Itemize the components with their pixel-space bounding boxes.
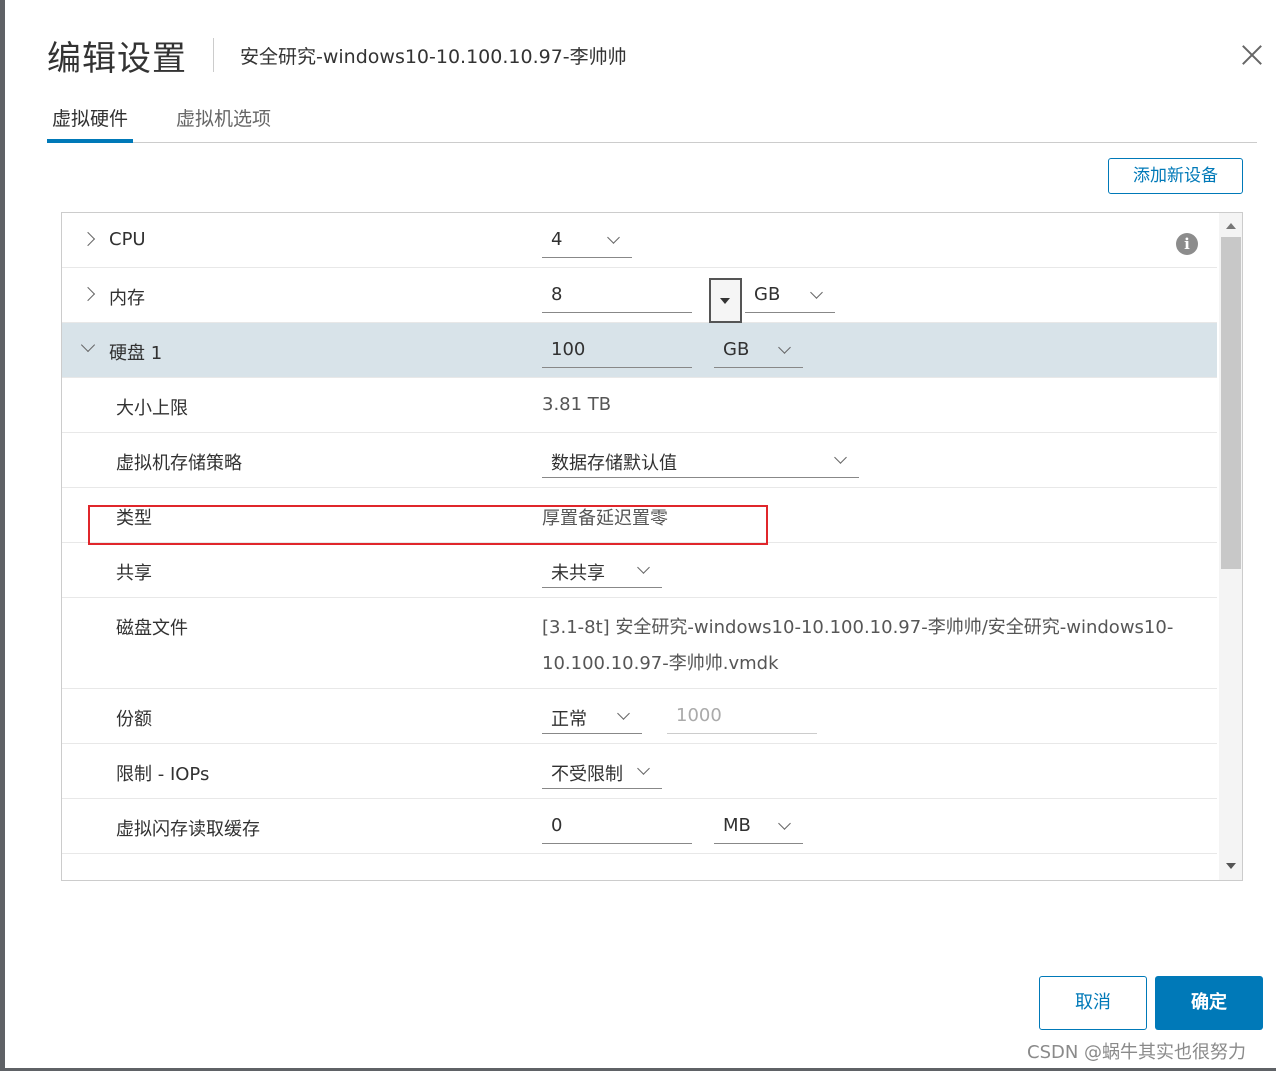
- tab-bar: 虚拟硬件 虚拟机选项: [47, 98, 1257, 143]
- disk-file-path: [3.1-8t] 安全研究-windows10-10.100.10.97-李帅帅…: [542, 617, 1174, 674]
- shares-value: 正常: [551, 709, 587, 730]
- flash-cache-row: 虚拟闪存读取缓存 0 MB: [62, 799, 1217, 854]
- vm-name: 安全研究-windows10-10.100.10.97-李帅帅: [240, 45, 627, 68]
- disk-file-label: 磁盘文件: [116, 618, 188, 639]
- disk-type-row: 类型 厚置备延迟置零: [62, 488, 1217, 543]
- disk-type-value: 厚置备延迟置零: [542, 508, 668, 529]
- disk-unit-select[interactable]: GB: [714, 333, 803, 368]
- chevron-down-icon: [778, 817, 791, 830]
- chevron-down-icon: [778, 341, 791, 354]
- shares-label: 份额: [116, 709, 152, 730]
- hardware-list: CPU 4 i 内存 8 GB 硬盘 1 100 GB 大小上限 3.81 TB…: [62, 213, 1217, 854]
- chevron-down-icon: [834, 451, 847, 464]
- hardware-panel: CPU 4 i 内存 8 GB 硬盘 1 100 GB 大小上限 3.81 TB…: [61, 212, 1243, 881]
- scroll-thumb[interactable]: [1221, 237, 1241, 569]
- chevron-down-icon: [607, 231, 620, 244]
- flash-cache-label: 虚拟闪存读取缓存: [116, 819, 260, 840]
- cpu-label: CPU: [109, 229, 146, 250]
- memory-unit-select[interactable]: GB: [745, 278, 835, 313]
- memory-label: 内存: [109, 288, 145, 309]
- disk-size-input[interactable]: 100: [542, 333, 692, 368]
- cpu-row: CPU 4 i: [62, 213, 1217, 268]
- dialog-title: 编辑设置: [47, 38, 187, 79]
- chevron-down-icon[interactable]: [80, 337, 96, 353]
- add-new-device-button[interactable]: 添加新设备: [1108, 158, 1243, 194]
- shares-row: 份额 正常 1000: [62, 689, 1217, 744]
- chevron-down-icon: [637, 762, 650, 775]
- flash-cache-unit-select[interactable]: MB: [714, 809, 803, 844]
- cpu-select[interactable]: 4: [542, 223, 632, 258]
- shares-select[interactable]: 正常: [542, 699, 642, 734]
- watermark: CSDN @蜗牛其实也很努力: [1027, 1042, 1247, 1063]
- close-icon[interactable]: [1241, 44, 1263, 66]
- sharing-label: 共享: [116, 563, 152, 584]
- memory-unit: GB: [754, 284, 781, 305]
- limit-iops-value: 不受限制: [551, 764, 623, 785]
- max-size-value: 3.81 TB: [542, 394, 612, 415]
- scroll-down-icon[interactable]: [1226, 863, 1236, 869]
- edit-settings-dialog: 编辑设置 安全研究-windows10-10.100.10.97-李帅帅 虚拟硬…: [5, 0, 1276, 1068]
- shares-amount-input: 1000: [667, 699, 817, 734]
- max-size-row: 大小上限 3.81 TB: [62, 378, 1217, 433]
- chevron-down-icon: [810, 286, 823, 299]
- chevron-right-icon[interactable]: [80, 286, 96, 302]
- tab-vm-options[interactable]: 虚拟机选项: [171, 98, 276, 143]
- tab-virtual-hardware[interactable]: 虚拟硬件: [47, 98, 134, 143]
- storage-policy-row: 虚拟机存储策略 数据存储默认值: [62, 433, 1217, 488]
- disk-row: 硬盘 1 100 GB: [62, 323, 1217, 378]
- memory-dropdown-button[interactable]: [709, 278, 742, 323]
- chevron-right-icon[interactable]: [80, 231, 96, 247]
- title-divider: [213, 38, 214, 72]
- storage-policy-value: 数据存储默认值: [551, 453, 677, 474]
- limit-iops-row: 限制 - IOPs 不受限制: [62, 744, 1217, 799]
- sharing-row: 共享 未共享: [62, 543, 1217, 598]
- storage-policy-select[interactable]: 数据存储默认值: [542, 443, 859, 478]
- memory-row: 内存 8 GB: [62, 268, 1217, 323]
- limit-iops-label: 限制 - IOPs: [116, 764, 210, 785]
- flash-cache-input[interactable]: 0: [542, 809, 692, 844]
- storage-policy-label: 虚拟机存储策略: [116, 453, 242, 474]
- sharing-value: 未共享: [551, 563, 605, 584]
- chevron-down-icon: [637, 561, 650, 574]
- chevron-down-icon: [617, 707, 630, 720]
- disk-unit: GB: [723, 339, 750, 360]
- max-size-label: 大小上限: [116, 398, 188, 419]
- disk-file-row: 磁盘文件 [3.1-8t] 安全研究-windows10-10.100.10.9…: [62, 598, 1217, 689]
- flash-cache-unit: MB: [723, 815, 751, 836]
- info-icon[interactable]: i: [1176, 233, 1198, 255]
- cancel-button[interactable]: 取消: [1039, 976, 1147, 1030]
- disk-type-label: 类型: [116, 508, 152, 529]
- ok-button[interactable]: 确定: [1155, 976, 1263, 1030]
- sharing-select[interactable]: 未共享: [542, 553, 662, 588]
- limit-iops-select[interactable]: 不受限制: [542, 754, 662, 789]
- vertical-scrollbar[interactable]: [1219, 213, 1242, 880]
- disk-label: 硬盘 1: [109, 343, 163, 364]
- cpu-value: 4: [551, 229, 563, 250]
- scroll-up-icon[interactable]: [1226, 223, 1236, 229]
- memory-input[interactable]: 8: [542, 278, 692, 313]
- dialog-header: 编辑设置 安全研究-windows10-10.100.10.97-李帅帅: [47, 30, 627, 80]
